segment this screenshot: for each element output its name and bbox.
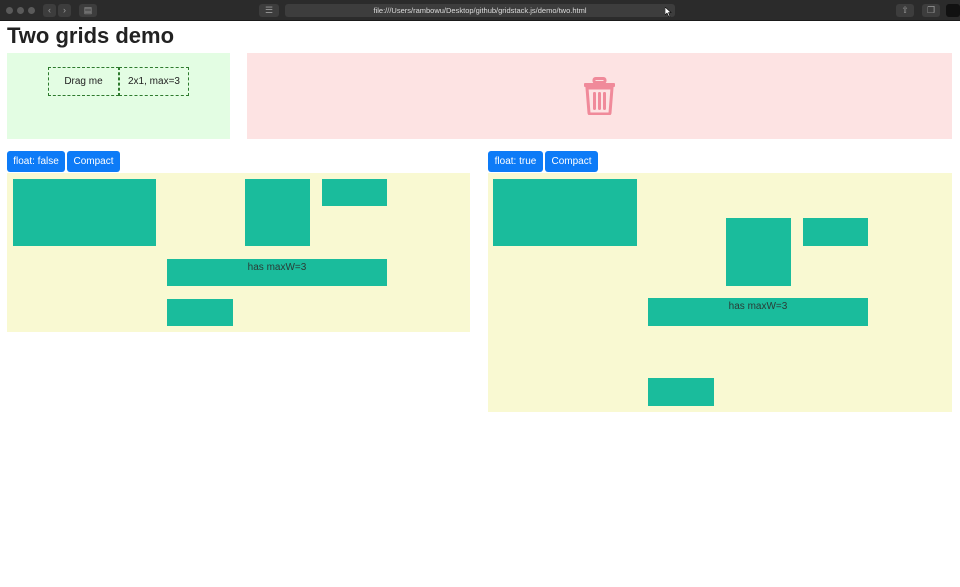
maxw-widget[interactable]: has maxW=3 [167,259,387,286]
mouse-cursor-icon [665,7,672,17]
url-text: file:///Users/rambowu/Desktop/github/gri… [373,6,587,15]
address-bar[interactable]: file:///Users/rambowu/Desktop/github/gri… [285,4,675,17]
left-compact-button[interactable]: Compact [67,151,120,172]
right-compact-button[interactable]: Compact [545,151,598,172]
float-false-button[interactable]: float: false [7,151,65,172]
sidebar-new-widgets: Drag me 2x1, max=3 [7,53,230,139]
back-button[interactable]: ‹ [43,4,56,17]
browser-toolbar: ‹ › ▤ ☰ file:///Users/rambowu/Desktop/gi… [0,0,960,21]
tabs-icon[interactable]: ❐ [922,4,940,17]
grid-widget[interactable] [245,179,310,246]
widget-label: has maxW=3 [247,262,307,273]
minimize-window-icon[interactable] [17,7,24,14]
sidebar-toggle-icon[interactable]: ▤ [79,4,97,17]
grid-widget[interactable] [648,378,714,406]
maxw-widget[interactable]: has maxW=3 [648,298,868,326]
grid-widget[interactable] [803,218,868,246]
close-window-icon[interactable] [6,7,13,14]
trash-drop-zone[interactable] [247,53,952,139]
grid-widget[interactable] [726,218,791,286]
page-title: Two grids demo [7,23,175,48]
trash-icon [584,77,615,115]
extension-icon[interactable] [946,4,960,17]
reader-icon[interactable]: ☰ [259,4,279,17]
grid-widget[interactable] [13,179,156,246]
grid-widget[interactable] [322,179,387,206]
share-icon[interactable]: ⇧ [896,4,914,17]
grid-widget[interactable] [167,299,233,326]
drag-me-widget[interactable]: Drag me [48,67,119,96]
maximize-window-icon[interactable] [28,7,35,14]
float-true-button[interactable]: float: true [488,151,543,172]
2x1-max3-widget[interactable]: 2x1, max=3 [119,67,189,96]
forward-button[interactable]: › [58,4,71,17]
right-grid: has maxW=3 [488,173,952,412]
widget-label: has maxW=3 [728,301,788,312]
grid-widget[interactable] [493,179,637,246]
left-grid: has maxW=3 [7,173,470,332]
